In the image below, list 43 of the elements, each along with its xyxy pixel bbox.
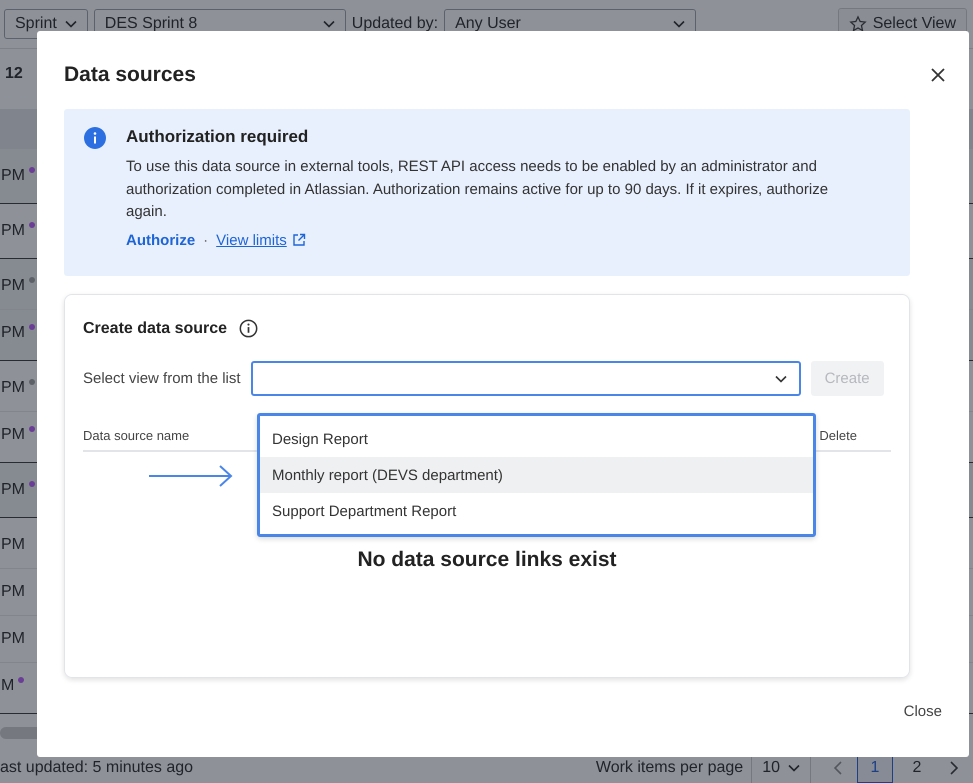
time-text: PM bbox=[1, 379, 25, 397]
chevron-down-icon bbox=[788, 764, 800, 772]
dropdown-option[interactable]: Support Department Report bbox=[260, 493, 813, 529]
time-text: PM bbox=[1, 536, 25, 554]
chevron-down-icon bbox=[64, 20, 77, 28]
time-text: PM bbox=[1, 324, 25, 342]
chevron-down-icon bbox=[774, 374, 787, 382]
link-separator: · bbox=[203, 232, 208, 248]
time-text: PM bbox=[1, 481, 25, 499]
view-limits-link[interactable]: View limits bbox=[216, 232, 306, 248]
dropdown-option[interactable]: Monthly report (DEVS department) bbox=[260, 457, 813, 493]
select-label: Select view from the list bbox=[83, 370, 241, 387]
next-page-icon[interactable] bbox=[949, 761, 959, 775]
page-button[interactable]: 2 bbox=[899, 753, 935, 783]
column-header: Delete bbox=[819, 428, 857, 443]
banner-text: To use this data source in external tools, REST API access needs to be enabled by an administrator and authorization completed in Atlassian. Authorization remains active for up to 90 days. If it expires, authorize again. bbox=[126, 157, 830, 222]
work-items-count: 12 bbox=[5, 65, 23, 83]
time-text: PM bbox=[1, 222, 25, 240]
info-icon[interactable] bbox=[239, 319, 258, 338]
authorize-link[interactable]: Authorize bbox=[126, 232, 196, 248]
time-text: PM bbox=[1, 426, 25, 444]
modal-title: Data sources bbox=[64, 63, 196, 87]
updated-by-label: Updated by: bbox=[352, 15, 438, 33]
dropdown-option[interactable]: Design Report bbox=[260, 421, 813, 457]
info-icon bbox=[84, 127, 106, 149]
view-select[interactable] bbox=[250, 361, 801, 396]
star-icon bbox=[848, 15, 867, 33]
empty-state-text: No data source links exist bbox=[356, 548, 618, 572]
last-updated-text: ast updated: 5 minutes ago bbox=[0, 759, 194, 777]
time-text: PM bbox=[1, 583, 25, 601]
section-title: Create data source bbox=[83, 320, 228, 338]
time-text: PM bbox=[1, 167, 25, 185]
time-text: PM bbox=[1, 630, 25, 648]
per-page-label: Work items per page bbox=[596, 759, 744, 777]
chevron-down-icon bbox=[673, 20, 686, 28]
arrow-icon bbox=[148, 464, 234, 488]
banner-title: Authorization required bbox=[126, 127, 310, 147]
chevron-down-icon bbox=[322, 20, 335, 28]
column-header: Data source name bbox=[83, 428, 190, 443]
time-text: M bbox=[1, 677, 14, 695]
close-button[interactable]: Close bbox=[904, 697, 942, 726]
time-text: PM bbox=[1, 277, 25, 295]
external-link-icon bbox=[292, 233, 306, 247]
